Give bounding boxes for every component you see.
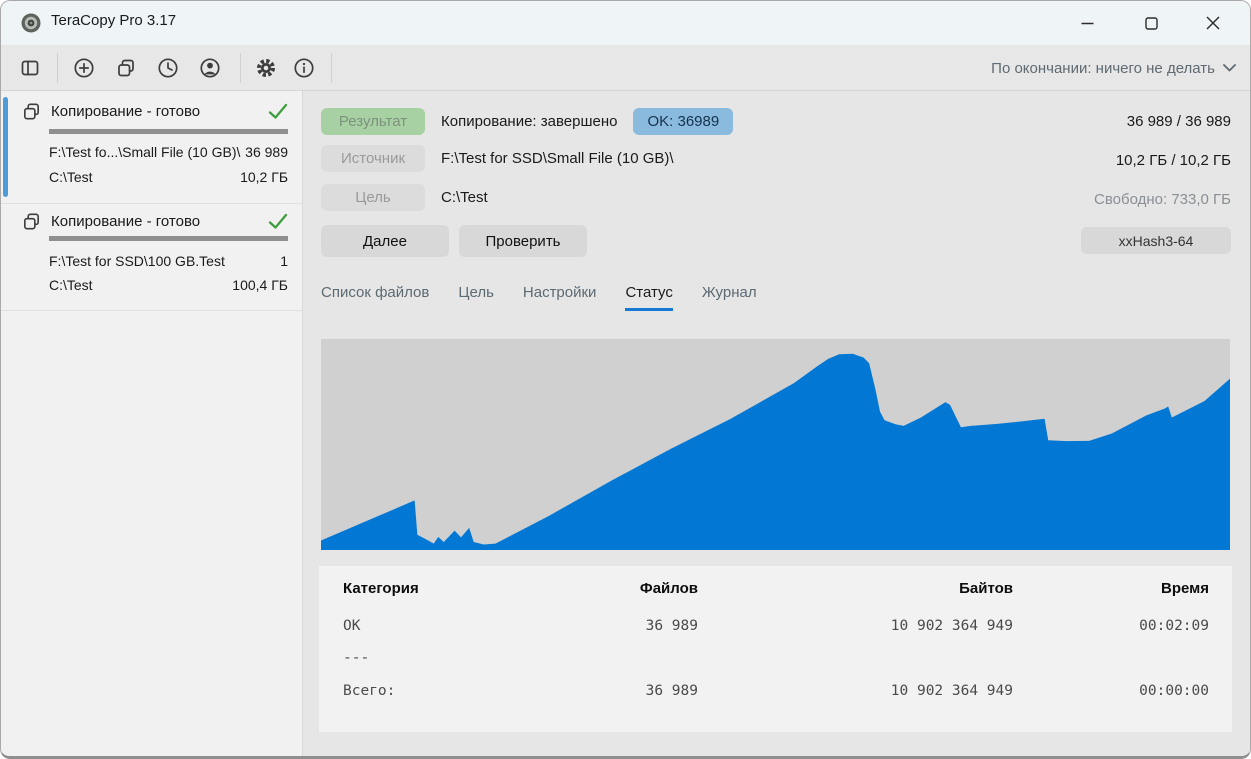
cell-bytes: 10 902 364 949 (891, 618, 1013, 634)
cell-time: 00:02:09 (1139, 618, 1209, 634)
size-progress-text: 10,2 ГБ / 10,2 ГБ (1116, 147, 1231, 174)
panel-toggle-icon (19, 57, 41, 79)
history-button[interactable] (156, 56, 180, 80)
speed-chart (321, 339, 1230, 550)
tab-log[interactable]: Журнал (702, 284, 757, 311)
copy-icon (21, 101, 42, 122)
finish-action-dropdown[interactable]: По окончании: ничего не делать (991, 45, 1236, 91)
check-icon (268, 103, 288, 120)
task-files-count: 36 989 (245, 144, 288, 160)
table-row: OK 36 989 10 902 364 949 00:02:09 (319, 618, 1232, 644)
info-button[interactable] (292, 56, 316, 80)
app-logo-icon (21, 13, 41, 33)
target-label-pill[interactable]: Цель (321, 184, 425, 211)
cell-bytes: 10 902 364 949 (891, 683, 1013, 699)
minimize-icon (1081, 17, 1094, 30)
clock-icon (157, 57, 179, 79)
titlebar: TeraCopy Pro 3.17 (1, 1, 1250, 45)
task-target-path: C:\Test (49, 277, 93, 293)
gear-icon (255, 57, 277, 79)
speed-chart-svg (321, 339, 1230, 550)
window-title: TeraCopy Pro 3.17 (51, 12, 176, 29)
speed-area (321, 354, 1230, 550)
tab-file-list[interactable]: Список файлов (321, 284, 429, 311)
cell-category: --- (343, 650, 369, 666)
task-title: Копирование - готово (51, 103, 259, 120)
task-files-count: 1 (280, 253, 288, 269)
cell-files: 36 989 (646, 683, 698, 699)
free-space-text: Свободно: 733,0 ГБ (1094, 186, 1231, 213)
task-size: 100,4 ГБ (232, 277, 288, 293)
target-path-text: C:\Test (441, 189, 488, 206)
task-source-path: F:\Test for SSD\100 GB.Test (49, 253, 225, 269)
selected-task-accent (3, 97, 8, 197)
panel-toggle-button[interactable] (18, 56, 42, 80)
task-source-path: F:\Test fo...\Small File (10 GB)\ (49, 144, 240, 160)
tab-settings[interactable]: Настройки (523, 284, 597, 311)
task-list-sidebar: Копирование - готово F:\Test fo...\Small… (1, 91, 303, 756)
table-header-row: Категория Файлов Байтов Время (319, 580, 1232, 608)
chevron-down-icon (1223, 64, 1236, 72)
check-icon (268, 213, 288, 230)
task-progress-bar (49, 236, 288, 241)
task-item-2[interactable]: Копирование - готово F:\Test for SSD\100… (1, 204, 302, 311)
minimize-button[interactable] (1064, 1, 1110, 45)
cell-category: OK (343, 618, 360, 634)
task-title: Копирование - готово (51, 213, 259, 230)
task-item-1[interactable]: Копирование - готово F:\Test fo...\Small… (1, 91, 302, 204)
files-progress-text: 36 989 / 36 989 (1127, 108, 1231, 135)
app-window: TeraCopy Pro 3.17 (0, 0, 1251, 759)
tab-status[interactable]: Статус (625, 284, 672, 311)
header-bytes: Байтов (959, 580, 1013, 597)
user-circle-icon (199, 57, 221, 79)
main-panel: Результат Копирование: завершено OK: 369… (303, 91, 1250, 756)
header-category: Категория (343, 580, 419, 597)
result-label-pill[interactable]: Результат (321, 108, 425, 135)
copy-icon (115, 57, 137, 79)
toolbar-separator (240, 53, 241, 83)
finish-action-label: По окончании: ничего не делать (991, 60, 1215, 77)
source-label-pill[interactable]: Источник (321, 145, 425, 172)
settings-button[interactable] (254, 56, 278, 80)
info-circle-icon (293, 57, 315, 79)
table-row: --- (319, 650, 1232, 676)
table-row: Всего: 36 989 10 902 364 949 00:00:00 (319, 683, 1232, 709)
verify-button[interactable]: Проверить (459, 225, 587, 257)
toolbar-separator (331, 53, 332, 83)
plus-circle-icon (73, 57, 95, 79)
maximize-icon (1145, 17, 1158, 30)
header-files: Файлов (640, 580, 698, 597)
close-icon (1206, 16, 1220, 30)
cell-time: 00:00:00 (1139, 683, 1209, 699)
next-button[interactable]: Далее (321, 225, 449, 257)
hash-algorithm-button[interactable]: xxHash3-64 (1081, 227, 1231, 254)
header-time: Время (1161, 580, 1209, 597)
result-status-text: Копирование: завершено (441, 113, 617, 130)
copy-icon (21, 211, 42, 232)
cell-category: Всего: (343, 683, 395, 699)
account-button[interactable] (198, 56, 222, 80)
maximize-button[interactable] (1128, 1, 1174, 45)
ok-count-badge[interactable]: OK: 36989 (633, 108, 733, 135)
copy-button[interactable] (114, 56, 138, 80)
task-target-path: C:\Test (49, 169, 93, 185)
add-task-button[interactable] (72, 56, 96, 80)
toolbar: По окончании: ничего не делать (1, 45, 1250, 91)
close-button[interactable] (1190, 1, 1236, 45)
toolbar-separator (57, 53, 58, 83)
cell-files: 36 989 (646, 618, 698, 634)
tab-bar: Список файлов Цель Настройки Статус Журн… (321, 284, 786, 311)
source-path-text: F:\Test for SSD\Small File (10 GB)\ (441, 150, 674, 167)
status-table: Категория Файлов Байтов Время OK 36 989 … (319, 566, 1232, 732)
task-progress-bar (49, 129, 288, 134)
task-size: 10,2 ГБ (240, 169, 288, 185)
tab-target[interactable]: Цель (458, 284, 494, 311)
